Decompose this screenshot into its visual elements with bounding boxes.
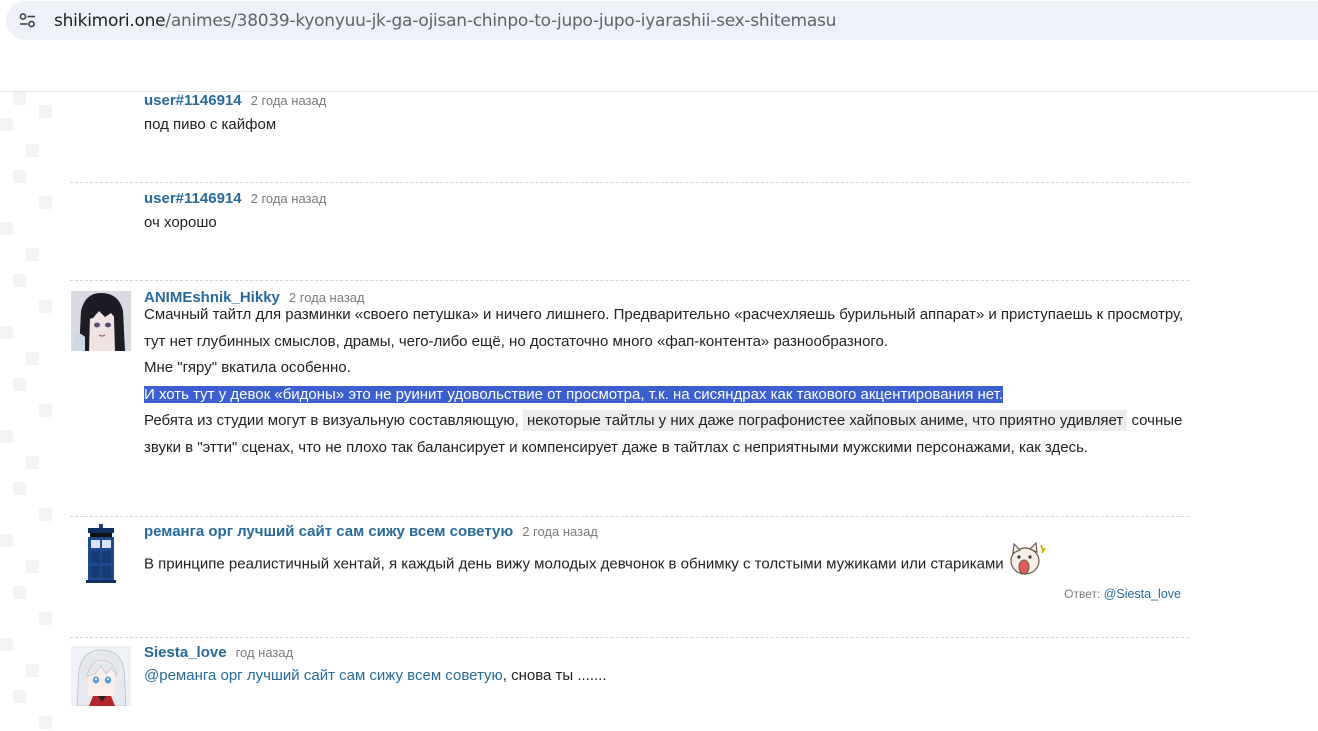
url-host: shikimori.one: [54, 11, 166, 31]
comment-header: реманга орг лучший сайт сам сижу всем со…: [144, 523, 598, 541]
site-info-button[interactable]: [12, 5, 43, 36]
comment-divider: [70, 516, 1189, 517]
comment-body: под пиво с кайфом: [144, 112, 1189, 139]
reply-info: Ответ: @Siesta_love: [1064, 587, 1181, 601]
reply-link[interactable]: @Siesta_love: [1104, 587, 1181, 601]
comment-text: Ребята из студии могут в визуальную сост…: [144, 412, 519, 429]
comment-text: под пиво с кайфом: [144, 116, 277, 133]
highlighted-text: некоторые тайтлы у них даже пографонисте…: [522, 410, 1128, 431]
comment: реманга орг лучший сайт сам сижу всем со…: [70, 523, 1189, 613]
comment-paragraph: Мне "гяру" вкатила особенно.: [144, 359, 351, 376]
mention-link[interactable]: @реманга орг лучший сайт сам сижу всем с…: [144, 667, 503, 684]
comment-text: оч хорошо: [144, 214, 217, 231]
comment-divider: [70, 280, 1189, 281]
comment-header: user#1146914 2 года назад: [144, 92, 326, 110]
reply-label: Ответ:: [1064, 587, 1101, 601]
comment-author[interactable]: реманга орг лучший сайт сам сижу всем со…: [144, 523, 513, 540]
comment-text: , снова ты .......: [502, 667, 607, 684]
comment-author[interactable]: user#1146914: [144, 190, 242, 207]
comment-body: @реманга орг лучший сайт сам сижу всем с…: [144, 663, 1189, 690]
comment-divider: [70, 182, 1189, 183]
comment: ANIMEshnik_Hikky 2 года назад Смачный тай…: [70, 289, 1189, 499]
tardis-avatar[interactable]: [71, 523, 131, 583]
comment-author[interactable]: Siesta_love: [144, 644, 227, 661]
comment-divider: [70, 637, 1189, 638]
comment-body: В принципе реалистичный хентай, я каждый…: [144, 541, 1214, 589]
comment-header: Siesta_love год назад: [144, 644, 293, 662]
comment-paragraph: @реманга орг лучший сайт сам сижу всем с…: [144, 663, 1189, 690]
url-text[interactable]: shikimori.one/animes/38039-kyonyuu-jk-ga…: [54, 11, 836, 31]
comment-paragraph: Смачный тайтл для разминки «своего петуш…: [144, 306, 1184, 350]
comment-header: user#1146914 2 года назад: [144, 190, 326, 208]
url-path: /animes/38039-kyonyuu-jk-ga-ojisan-chinp…: [165, 11, 837, 31]
comment-paragraph: Ребята из студии могут в визуальную сост…: [144, 408, 1189, 461]
tune-icon: [19, 13, 35, 28]
comment-time[interactable]: 2 года назад: [522, 524, 598, 539]
comment-time[interactable]: 2 года назад: [251, 93, 327, 108]
comment: user#1146914 2 года назад под пиво с кайф…: [70, 92, 1189, 152]
comment: user#1146914 2 года назад оч хорошо: [70, 190, 1189, 250]
comment-paragraph-selected: И хоть тут у девок «бидоны» это не руини…: [144, 382, 1189, 409]
browser-toolbar: shikimori.one/animes/38039-kyonyuu-jk-ga…: [0, 0, 1318, 92]
comments-section: user#1146914 2 года назад под пиво с кайф…: [0, 92, 1318, 731]
comment-paragraph: В принципе реалистичный хентай, я каждый…: [144, 541, 1214, 589]
comment-body: Смачный тайтл для разминки «своего петуш…: [144, 302, 1189, 461]
comment-text: В принципе реалистичный хентай, я каждый…: [144, 555, 1004, 573]
comment-time[interactable]: год назад: [236, 645, 294, 660]
selected-text: И хоть тут у девок «бидоны» это не руини…: [144, 385, 1004, 403]
white-hair-girl-avatar[interactable]: [71, 646, 131, 706]
anime-girl-avatar[interactable]: [71, 291, 131, 351]
screaming-cat-sticker: [1008, 541, 1048, 589]
address-bar[interactable]: shikimori.one/animes/38039-kyonyuu-jk-ga…: [6, 1, 1318, 40]
comment-time[interactable]: 2 года назад: [251, 191, 327, 206]
comment-author[interactable]: user#1146914: [144, 92, 242, 109]
comment-body: оч хорошо: [144, 210, 1189, 237]
comment: Siesta_love год назад @реманга орг лучший…: [70, 644, 1189, 724]
